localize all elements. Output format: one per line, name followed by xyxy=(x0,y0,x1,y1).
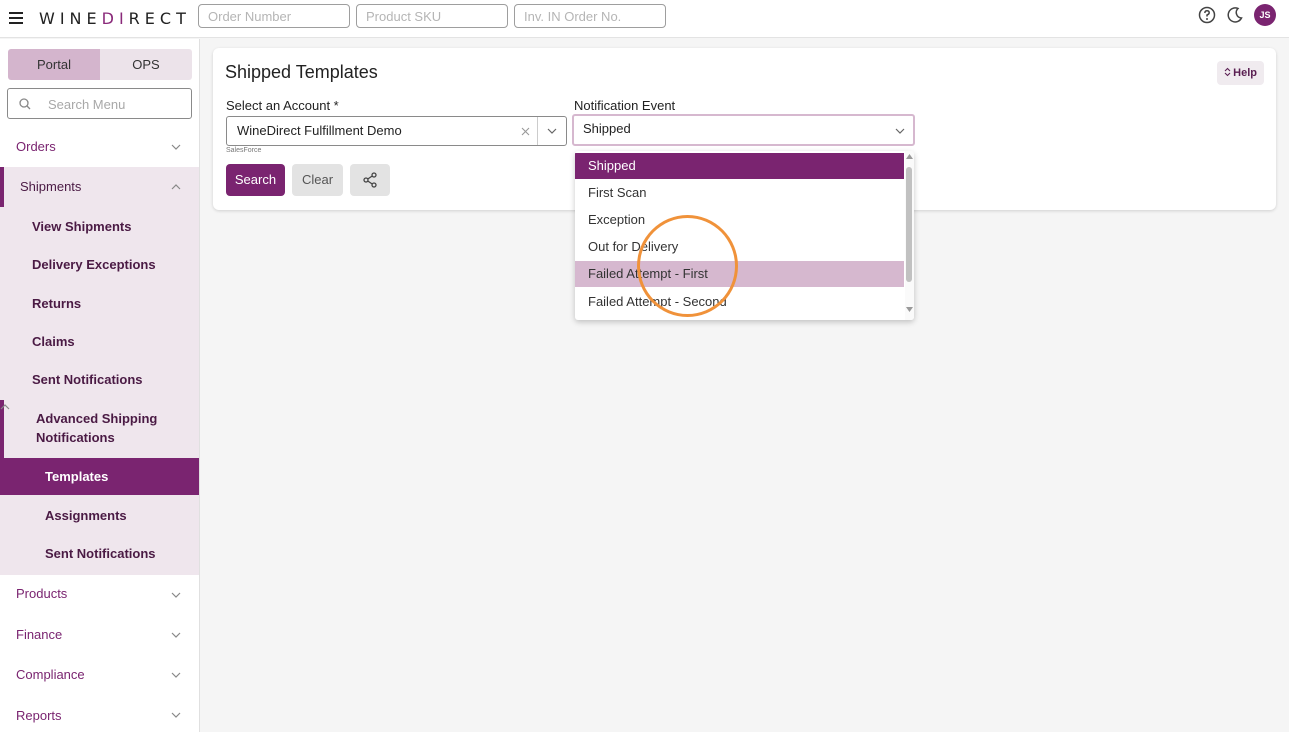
search-menu-input[interactable] xyxy=(48,94,183,114)
sidebar-item-finance[interactable]: Finance xyxy=(0,615,199,655)
notification-event-dropdown: Shipped First Scan Exception Out for Del… xyxy=(575,151,914,320)
menu-icon[interactable] xyxy=(9,12,23,24)
chevron-up-icon xyxy=(171,184,181,190)
sidebar-item-delivery-exceptions[interactable]: Delivery Exceptions xyxy=(0,245,199,283)
sidebar-item-reports[interactable]: Reports xyxy=(0,695,199,732)
sidebar-item-label: Orders xyxy=(16,139,56,154)
sidebar-item-label: Reports xyxy=(16,708,62,723)
user-avatar[interactable]: JS xyxy=(1254,4,1276,26)
product-sku-input[interactable] xyxy=(356,4,508,28)
dropdown-option-failed-attempt-second[interactable]: Failed Attempt - Second xyxy=(575,289,904,315)
sidebar-item-label: Sent Notifications xyxy=(45,546,156,561)
sidebar-item-products[interactable]: Products xyxy=(0,575,199,615)
top-bar: WINEDIRECT JS xyxy=(0,0,1289,38)
sidebar-item-label: Delivery Exceptions xyxy=(32,257,156,272)
sidebar-item-asn-sent-notifications[interactable]: Sent Notifications xyxy=(0,533,199,573)
chevron-down-icon xyxy=(171,592,181,598)
sidebar-item-label: Returns xyxy=(32,296,82,311)
search-button[interactable]: Search xyxy=(226,164,285,196)
sidebar-item-label: Finance xyxy=(16,627,63,642)
sidebar-item-orders[interactable]: Orders xyxy=(0,127,199,167)
dropdown-option-shipped[interactable]: Shipped xyxy=(575,153,904,179)
dark-mode-icon[interactable] xyxy=(1226,6,1244,24)
sidebar-item-label: Templates xyxy=(45,469,109,484)
chevron-up-icon xyxy=(0,404,10,410)
sidebar-item-claims[interactable]: Claims xyxy=(0,321,199,359)
page-title: Shipped Templates xyxy=(225,62,378,82)
chevron-down-icon xyxy=(171,144,181,150)
help-icon[interactable] xyxy=(1198,6,1216,24)
sidebar-item-label: Notifications xyxy=(36,430,115,445)
sidebar: Portal OPS Orders Shipments View Shipmen… xyxy=(0,39,200,732)
search-menu-box[interactable] xyxy=(7,88,192,119)
sidebar-item-returns[interactable]: Returns xyxy=(0,283,199,321)
account-value: WineDirect Fulfillment Demo xyxy=(237,123,402,138)
share-button[interactable] xyxy=(350,164,390,196)
dropdown-option-failed-attempt-first[interactable]: Failed Attempt - First xyxy=(575,261,904,287)
sidebar-item-label: Claims xyxy=(32,334,75,349)
portal-ops-toggle: Portal OPS xyxy=(8,49,192,80)
sidebar-item-label: Products xyxy=(16,586,68,601)
sidebar-item-compliance[interactable]: Compliance xyxy=(0,655,199,695)
sidebar-item-label: Advanced Shipping xyxy=(36,411,158,426)
chevron-down-icon[interactable] xyxy=(547,127,557,135)
sidebar-item-label: Assignments xyxy=(45,508,127,523)
clear-icon[interactable] xyxy=(521,127,530,136)
sidebar-item-label: Shipments xyxy=(20,179,82,194)
clear-button[interactable]: Clear xyxy=(292,164,343,196)
account-label: Select an Account * xyxy=(226,98,339,113)
account-select[interactable]: WineDirect Fulfillment Demo xyxy=(226,116,567,146)
notification-event-select[interactable]: Shipped xyxy=(572,114,915,146)
click-highlight-ring xyxy=(637,215,738,317)
scroll-up-icon[interactable] xyxy=(906,154,913,159)
share-icon xyxy=(363,172,377,188)
sidebar-item-label: Compliance xyxy=(16,667,85,682)
help-button[interactable]: Help xyxy=(1217,61,1264,85)
account-source: SalesForce xyxy=(226,147,262,154)
chevron-down-icon xyxy=(895,128,905,134)
search-icon xyxy=(19,98,31,110)
sidebar-item-assignments[interactable]: Assignments xyxy=(0,495,199,533)
scroll-down-icon[interactable] xyxy=(906,307,913,312)
dropdown-option-out-for-delivery[interactable]: Out for Delivery xyxy=(575,234,904,260)
sidebar-item-view-shipments[interactable]: View Shipments xyxy=(0,207,199,245)
ops-tab[interactable]: OPS xyxy=(100,49,192,80)
sidebar-item-label: View Shipments xyxy=(32,219,132,234)
sort-icon xyxy=(1224,67,1231,77)
sidebar-item-label: Sent Notifications xyxy=(32,372,143,387)
logo: WINEDIRECT xyxy=(39,9,191,28)
portal-tab[interactable]: Portal xyxy=(8,49,100,80)
sidebar-item-shipments[interactable]: Shipments xyxy=(0,167,199,207)
sidebar-item-sent-notifications[interactable]: Sent Notifications xyxy=(0,359,199,397)
dropdown-option-exception[interactable]: Exception xyxy=(575,207,904,233)
sidebar-item-advanced-shipping-notifications[interactable]: Advanced Shipping Notifications xyxy=(0,399,199,457)
sidebar-item-templates[interactable]: Templates xyxy=(0,458,199,495)
chevron-down-icon xyxy=(171,632,181,638)
dropdown-option-first-scan[interactable]: First Scan xyxy=(575,180,904,206)
dropdown-scrollbar[interactable] xyxy=(905,151,914,320)
scrollbar-thumb[interactable] xyxy=(906,167,912,282)
shipments-section: Shipments View Shipments Delivery Except… xyxy=(0,167,199,575)
order-number-input[interactable] xyxy=(198,4,350,28)
event-value: Shipped xyxy=(583,121,631,136)
select-divider xyxy=(537,117,538,145)
event-label: Notification Event xyxy=(574,98,676,113)
inv-order-input[interactable] xyxy=(514,4,666,28)
help-label: Help xyxy=(1233,67,1257,79)
chevron-down-icon xyxy=(171,712,181,718)
chevron-down-icon xyxy=(171,672,181,678)
